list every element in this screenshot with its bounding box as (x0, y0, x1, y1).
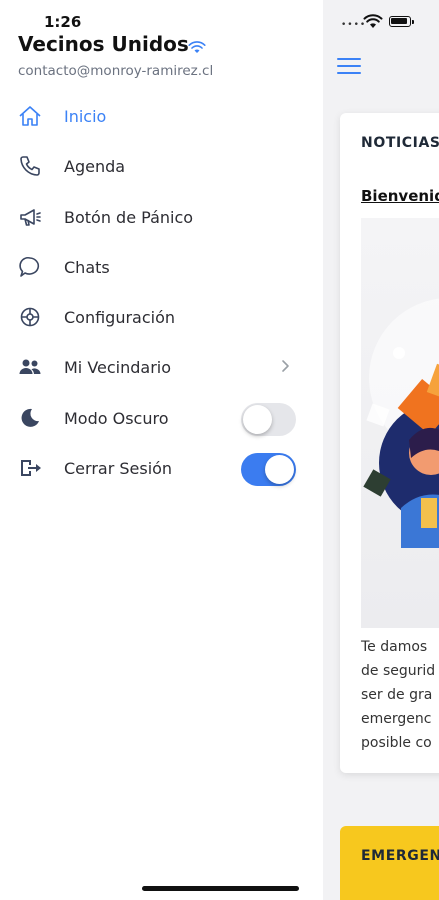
app-name: Vecinos Unidos (18, 32, 189, 56)
community-illustration (363, 298, 439, 548)
side-drawer: 1:26 Vecinos Unidos contacto@monroy-rami… (0, 0, 323, 900)
wifi-icon (188, 41, 206, 53)
phone-icon (20, 156, 40, 177)
menu-label-agenda: Agenda (64, 157, 126, 177)
people-icon (19, 359, 41, 375)
menu-item-modo-oscuro: Modo Oscuro (0, 394, 323, 444)
settings-icon (20, 307, 40, 327)
menu-label-configuracion: Configuración (64, 308, 176, 328)
moon-icon (21, 408, 39, 427)
menu-label-mi-vecindario: Mi Vecindario (64, 358, 172, 378)
menu-item-mi-vecindario[interactable]: Mi Vecindario (0, 343, 323, 393)
battery-icon (389, 16, 411, 27)
emergency-card[interactable]: EMERGENCIAS (340, 826, 439, 900)
menu-label-modo-oscuro: Modo Oscuro (64, 408, 169, 428)
logout-icon (21, 460, 41, 477)
menu-label-boton-de-panico: Botón de Pánico (64, 207, 194, 227)
menu-item-cerrar-sesion[interactable]: Cerrar Sesión (0, 444, 323, 494)
news-card[interactable]: NOTICIAS Bienvenido Te damos de seguri (340, 113, 439, 773)
wifi-icon (363, 14, 383, 28)
menu-label-cerrar-sesion: Cerrar Sesión (64, 459, 173, 479)
dark-mode-toggle[interactable] (241, 402, 296, 436)
megaphone-icon (20, 208, 41, 226)
chevron-right-icon (282, 360, 289, 373)
menu-item-chats[interactable]: Chats (0, 243, 323, 293)
menu-item-configuracion[interactable]: Configuración (0, 293, 323, 343)
home-indicator (142, 886, 299, 891)
menu-item-agenda[interactable]: Agenda (0, 142, 323, 192)
menu-label-chats: Chats (64, 257, 110, 277)
menu-item-boton-de-panico[interactable]: Botón de Pánico (0, 193, 323, 243)
emergency-title: EMERGENCIAS (361, 848, 439, 864)
main-content: •••• NOTICIAS Bienvenido (323, 0, 439, 900)
home-icon (19, 106, 41, 126)
menu-label-inicio: Inicio (64, 107, 107, 126)
menu-item-inicio[interactable]: Inicio (0, 92, 323, 142)
news-section-title: NOTICIAS (361, 135, 439, 151)
status-bar-right: •••• (323, 12, 439, 32)
news-headline[interactable]: Bienvenido (361, 187, 439, 205)
user-email: contacto@monroy-ramirez.cl (18, 63, 214, 79)
status-time: 1:26 (44, 13, 82, 31)
hamburger-menu-button[interactable] (337, 58, 361, 76)
drawer-menu: Inicio Agenda Botón de Pánico Chats Conf… (0, 92, 323, 494)
chat-icon (19, 256, 40, 277)
news-illustration (361, 218, 439, 628)
session-toggle[interactable] (241, 453, 296, 487)
news-body: Te damos de segurid ser de gra emergenc … (361, 639, 436, 751)
